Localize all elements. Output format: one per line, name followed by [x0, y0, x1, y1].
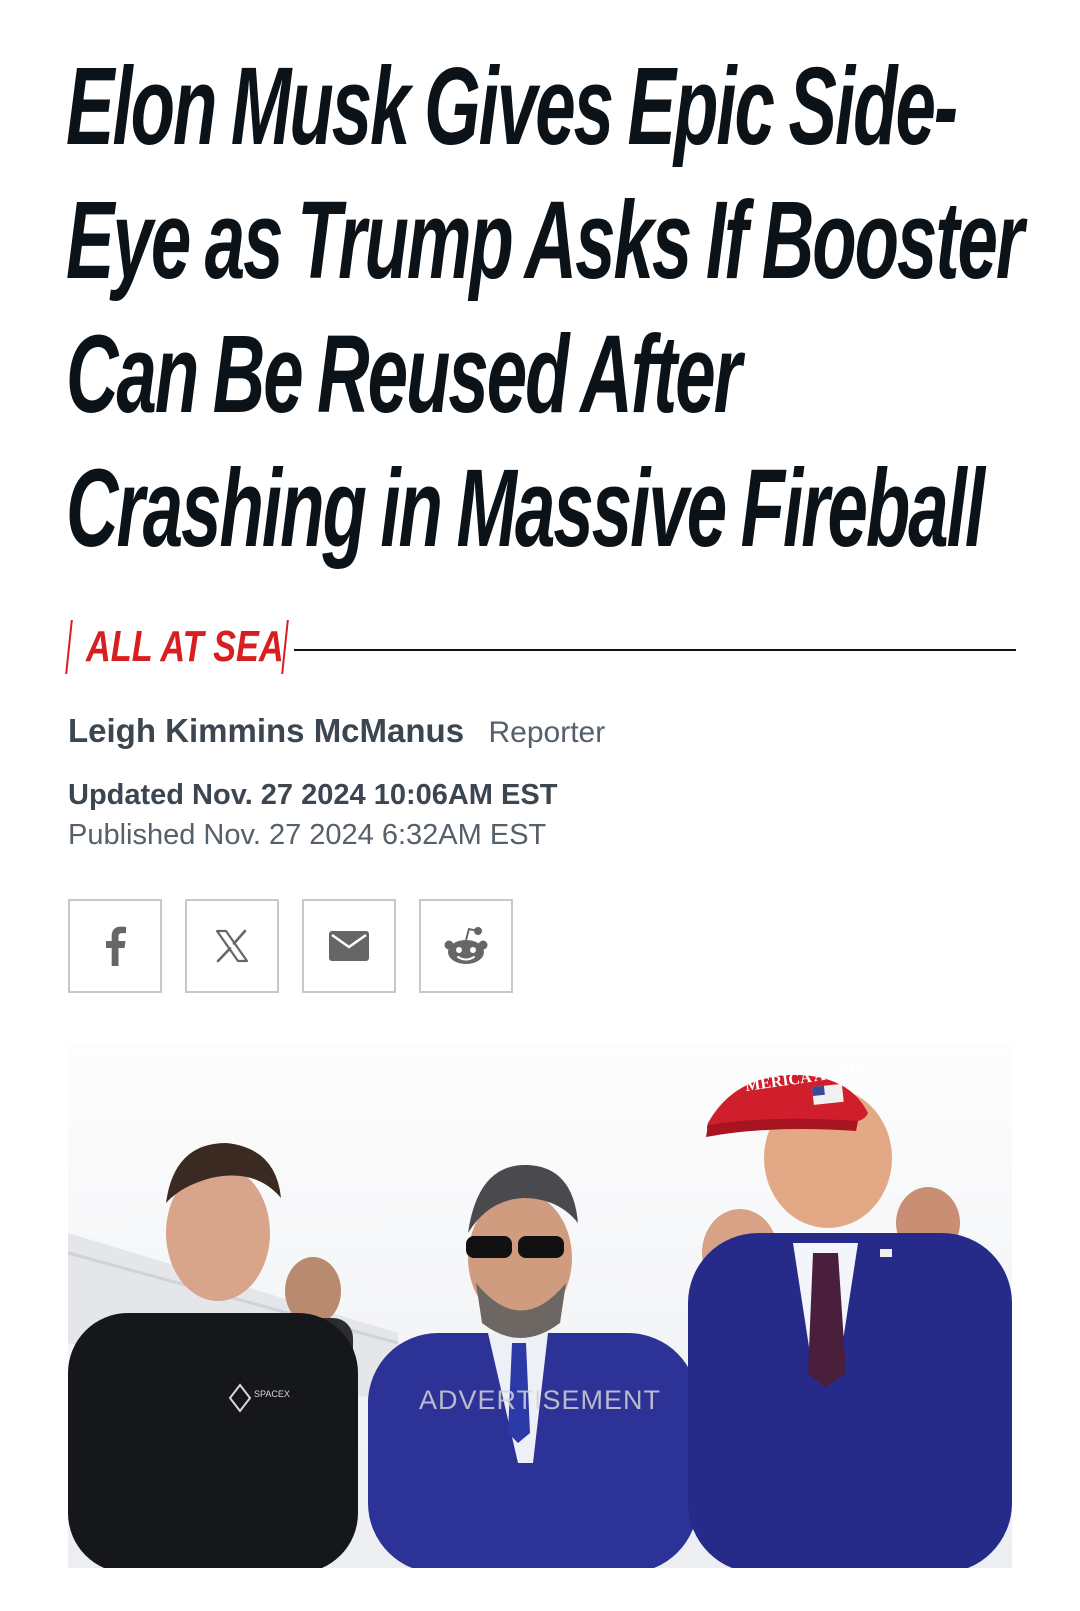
headline-line: Eye as Trump Asks If Booster: [66, 179, 1024, 302]
mail-icon: [329, 931, 369, 961]
headline-line: Crashing in Massive Fireball: [66, 447, 985, 570]
article-dates: Updated Nov. 27 2024 10:06AM EST Publish…: [68, 775, 557, 855]
reddit-icon: [444, 927, 488, 964]
share-facebook-button[interactable]: [68, 899, 162, 993]
share-x-button[interactable]: [185, 899, 279, 993]
author-name[interactable]: Leigh Kimmins McManus: [68, 712, 464, 749]
facebook-icon: [106, 926, 126, 966]
share-email-button[interactable]: [302, 899, 396, 993]
headline-line: Can Be Reused After: [66, 313, 742, 436]
updated-date: Updated Nov. 27 2024 10:06AM EST: [68, 779, 558, 811]
published-date: Published Nov. 27 2024 6:32AM EST: [68, 819, 547, 851]
headline-line: Elon Musk Gives Epic Side-: [66, 45, 958, 168]
x-icon: [215, 929, 249, 963]
advertisement-label: ADVERTISEMENT: [418, 1385, 662, 1415]
share-reddit-button[interactable]: [419, 899, 513, 993]
rubric-label[interactable]: ALL AT SEA: [86, 622, 284, 672]
headline: Elon Musk Gives Epic Side- Eye as Trump …: [66, 40, 1024, 576]
author-role: Reporter: [488, 716, 606, 749]
section-rubric: ALL AT SEA: [65, 612, 1016, 674]
rubric-bar-left: [65, 620, 73, 674]
lead-photo[interactable]: SPACEX MERICA AGAIN ADVERTISEMENT: [68, 1043, 1012, 1568]
lead-photo-scene: SPACEX MERICA AGAIN: [68, 1043, 1012, 1568]
rubric-divider: [294, 649, 1016, 651]
byline: Leigh Kimmins McManus Reporter: [68, 712, 605, 750]
share-bar: [68, 899, 513, 993]
